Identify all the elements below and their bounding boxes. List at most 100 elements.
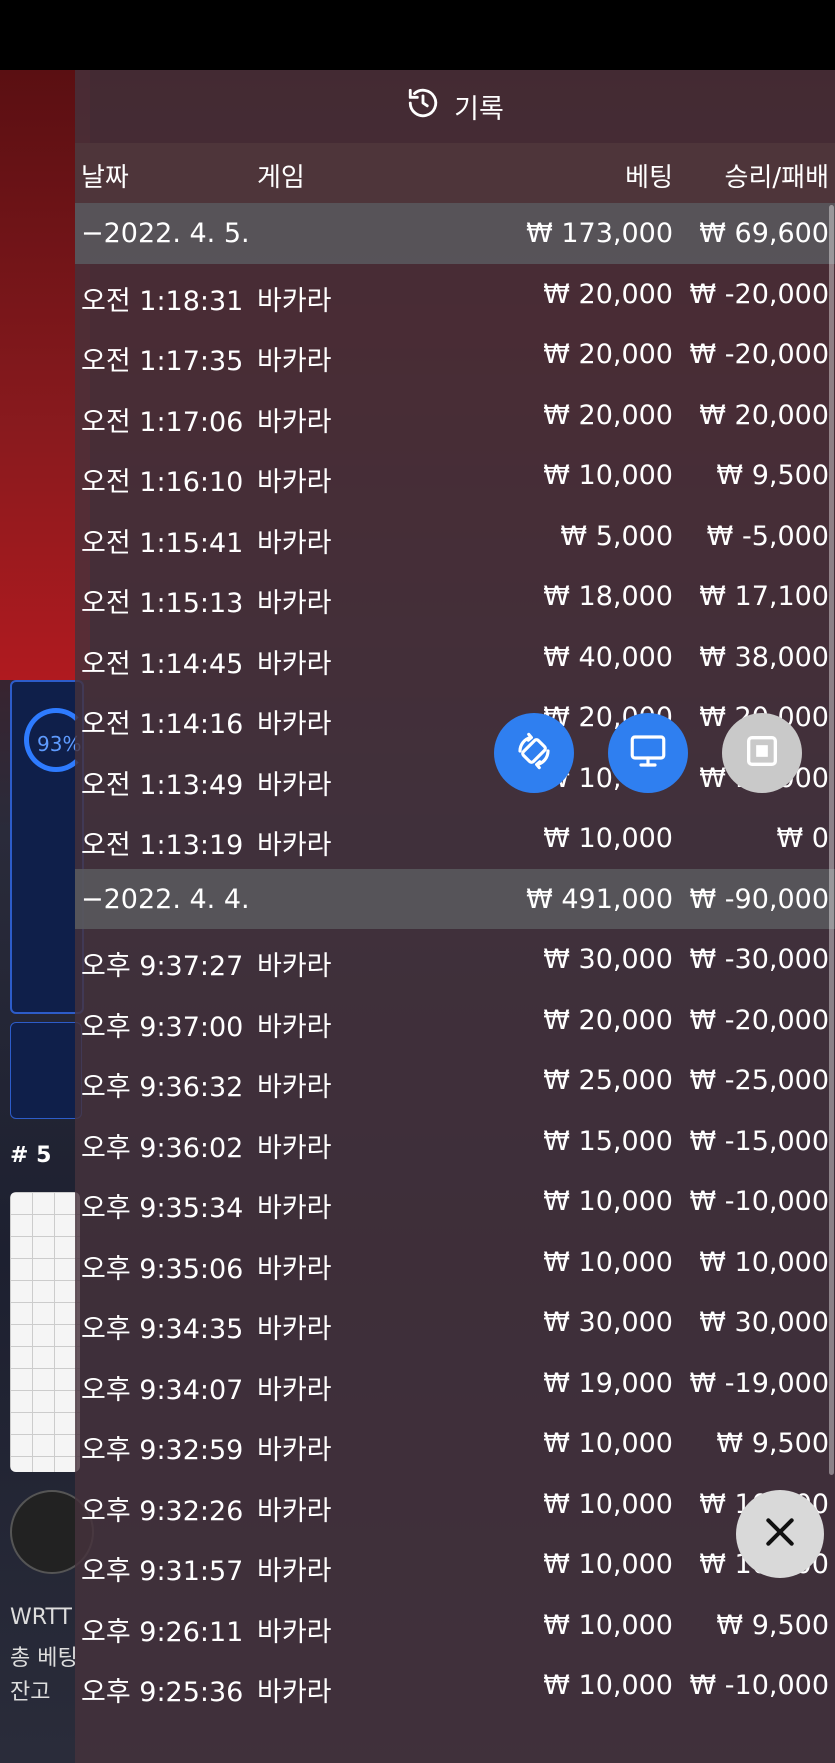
row-date: 오후 9:36:02	[81, 1132, 244, 1164]
fullscreen-button[interactable]	[722, 713, 802, 793]
row-date: 오전 1:13:19	[81, 830, 244, 861]
scrollbar[interactable]	[829, 205, 834, 1475]
row-bet: ₩ 20,000	[543, 278, 673, 310]
history-row[interactable]: 오후 9:32:59 바카라 ₩ 10,000 ₩ 9,500	[75, 1413, 835, 1474]
row-game: 바카라	[257, 1374, 332, 1406]
row-game: 바카라	[257, 467, 332, 498]
history-row[interactable]: 오전 1:17:35 바카라 ₩ 20,000 ₩ -20,000	[75, 324, 835, 385]
row-winloss: ₩ 9,500	[716, 1428, 829, 1459]
row-bet: ₩ 18,000	[543, 581, 673, 612]
row-date: 오전 1:16:10	[81, 467, 244, 498]
row-bet: ₩ 10,000	[543, 1186, 673, 1217]
history-row[interactable]: 오전 1:18:31 바카라 ₩ 20,000 ₩ -20,000	[75, 264, 835, 325]
row-game: 바카라	[257, 285, 332, 317]
history-row[interactable]: 오전 1:16:10 바카라 ₩ 10,000 ₩ 9,500	[75, 445, 835, 506]
history-title: 기록	[454, 94, 504, 125]
row-bet: ₩ 10,000	[543, 1428, 673, 1459]
history-header: 기록	[75, 70, 835, 143]
bead-road-board	[10, 1192, 80, 1472]
history-row[interactable]: 오전 1:13:19 바카라 ₩ 10,000 ₩ 0	[75, 808, 835, 869]
row-game: 바카라	[257, 1011, 332, 1043]
history-row[interactable]: 오후 9:34:07 바카라 ₩ 19,000 ₩ -19,000	[75, 1353, 835, 1414]
row-game: 바카라	[257, 406, 332, 438]
row-bet: ₩ 20,000	[543, 339, 673, 370]
row-date: 오후 9:34:07	[81, 1374, 244, 1406]
row-date: 오전 1:14:45	[81, 648, 244, 680]
row-bet: ₩ 491,000	[526, 883, 673, 915]
row-date: 오후 9:37:00	[81, 1011, 244, 1043]
rotate-button[interactable]	[494, 713, 574, 793]
row-winloss: ₩ 20,000	[699, 399, 829, 431]
history-row[interactable]: 오전 1:13:49바카라₩ 10,000₩ 10,000	[75, 748, 835, 809]
row-winloss: ₩ -10,000	[689, 1186, 830, 1217]
close-button[interactable]	[736, 1490, 824, 1578]
row-bet: ₩ 19,000	[543, 1367, 673, 1399]
column-bet: 베팅	[625, 163, 673, 193]
rotate-icon	[513, 730, 555, 776]
history-row[interactable]: 오후 9:36:32 바카라 ₩ 25,000 ₩ -25,000	[75, 1050, 835, 1111]
row-game: 바카라	[257, 1495, 332, 1527]
row-date: 오후 9:34:35	[81, 1314, 244, 1345]
history-row[interactable]: 오전 1:15:41 바카라 ₩ 5,000 ₩ -5,000	[75, 506, 835, 567]
history-row[interactable]: 오후 9:35:34 바카라 ₩ 10,000 ₩ -10,000	[75, 1171, 835, 1232]
row-date: 오전 1:18:31	[81, 285, 244, 317]
row-game: 바카라	[257, 1616, 332, 1648]
row-date: 오후 9:35:06	[81, 1253, 244, 1285]
history-row[interactable]: 오전 1:14:45 바카라 ₩ 40,000 ₩ 38,000	[75, 627, 835, 688]
history-row[interactable]: 오후 9:25:36 바카라 ₩ 10,000 ₩ -10,000	[75, 1655, 835, 1716]
row-game: 바카라	[257, 1253, 332, 1285]
row-date: 오후 9:37:27	[81, 951, 244, 982]
history-row[interactable]: 오후 9:32:26바카라₩ 10,000₩ 10,000	[75, 1474, 835, 1535]
row-date: 오후 9:32:26	[81, 1495, 244, 1527]
date-group-row[interactable]: −2022. 4. 4. ₩ 491,000 ₩ -90,000	[75, 868, 835, 929]
row-winloss: ₩ 0	[776, 823, 829, 854]
column-date: 날짜	[81, 163, 129, 193]
row-winloss: ₩ -15,000	[689, 1125, 830, 1157]
row-date: 오후 9:31:57	[81, 1556, 244, 1587]
history-list[interactable]: −2022. 4. 5. ₩ 173,000 ₩ 69,600 오전 1:18:31 바…	[75, 203, 835, 1716]
row-winloss: ₩ -30,000	[689, 944, 830, 975]
row-game: 바카라	[257, 1314, 332, 1345]
row-bet: ₩ 10,000	[543, 1609, 673, 1641]
bet-button-bg	[10, 1022, 82, 1119]
history-row[interactable]: 오후 9:36:02 바카라 ₩ 15,000 ₩ -15,000	[75, 1111, 835, 1172]
row-game: 바카라	[257, 1072, 332, 1103]
status-bar	[0, 0, 835, 70]
row-winloss: ₩ 10,000	[699, 1246, 829, 1278]
row-date: 오후 9:36:32	[81, 1072, 244, 1103]
row-game: 바카라	[257, 1677, 332, 1708]
date-group-row[interactable]: −2022. 4. 5. ₩ 173,000 ₩ 69,600	[75, 203, 835, 264]
row-winloss: ₩ 30,000	[699, 1307, 829, 1338]
history-row[interactable]: 오후 9:31:57바카라₩ 10,000₩ 10,000	[75, 1534, 835, 1595]
row-date: 오전 1:17:35	[81, 346, 244, 377]
history-row[interactable]: 오후 9:37:00 바카라 ₩ 20,000 ₩ -20,000	[75, 990, 835, 1051]
history-row[interactable]: 오후 9:34:35 바카라 ₩ 30,000 ₩ 30,000	[75, 1292, 835, 1353]
history-row[interactable]: 오후 9:26:11 바카라 ₩ 10,000 ₩ 9,500	[75, 1595, 835, 1656]
total-bet-label: 총 베팅	[10, 1646, 78, 1671]
history-row[interactable]: 오후 9:35:06 바카라 ₩ 10,000 ₩ 10,000	[75, 1232, 835, 1293]
row-date: −2022. 4. 5.	[81, 218, 250, 249]
history-row[interactable]: 오전 1:14:16바카라₩ 20,000₩ 20,000	[75, 687, 835, 748]
row-date: 오후 9:32:59	[81, 1435, 244, 1466]
monitor-icon	[627, 730, 669, 776]
row-game: 바카라	[257, 830, 332, 861]
row-bet: ₩ 40,000	[543, 641, 673, 673]
row-bet: ₩ 10,000	[543, 1246, 673, 1278]
row-winloss: ₩ 9,500	[716, 460, 829, 491]
history-row[interactable]: 오전 1:17:06 바카라 ₩ 20,000 ₩ 20,000	[75, 385, 835, 446]
history-row[interactable]: 오후 9:37:27 바카라 ₩ 30,000 ₩ -30,000	[75, 929, 835, 990]
row-winloss: ₩ -10,000	[689, 1670, 830, 1701]
row-bet: ₩ 30,000	[543, 1307, 673, 1338]
row-bet: ₩ 15,000	[543, 1125, 673, 1157]
row-date: 오전 1:15:13	[81, 588, 244, 619]
row-winloss: ₩ -19,000	[689, 1367, 830, 1399]
row-bet: ₩ 20,000	[543, 1004, 673, 1036]
row-bet: ₩ 25,000	[543, 1065, 673, 1096]
round-label: # 5	[10, 1143, 52, 1168]
row-date: 오전 1:13:49	[81, 769, 244, 801]
row-bet: ₩ 5,000	[560, 520, 673, 552]
row-game: 바카라	[257, 588, 332, 619]
row-game: 바카라	[257, 346, 332, 377]
history-row[interactable]: 오전 1:15:13 바카라 ₩ 18,000 ₩ 17,100	[75, 566, 835, 627]
display-mode-button[interactable]	[608, 713, 688, 793]
